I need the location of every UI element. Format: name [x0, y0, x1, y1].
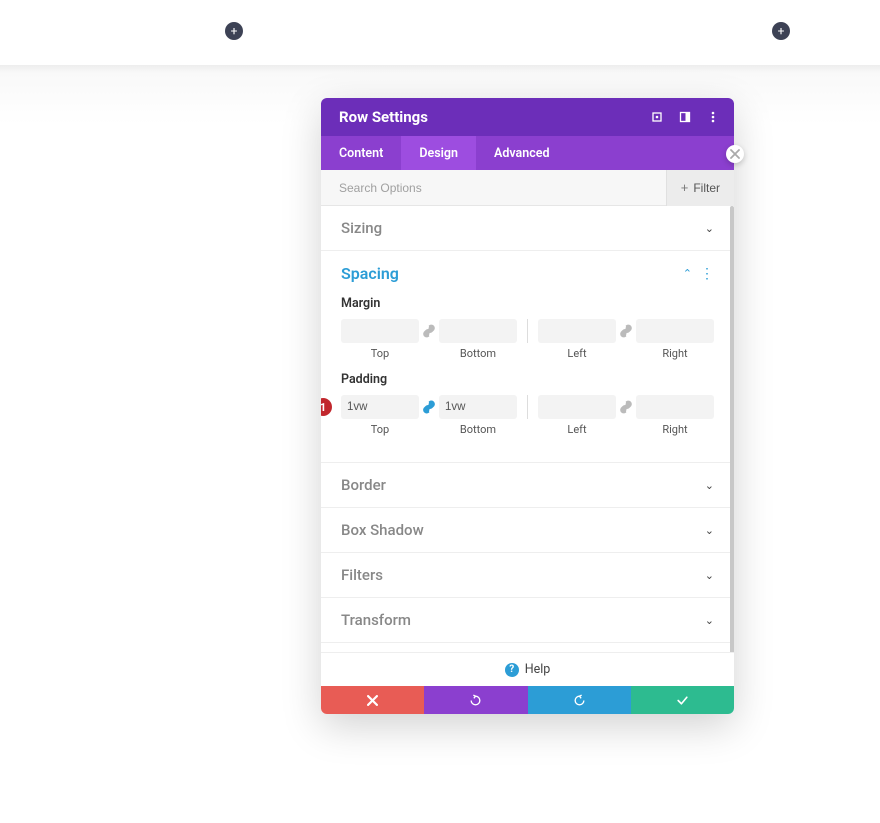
section-border: Border ⌄	[321, 463, 734, 508]
link-icon-active[interactable]	[420, 398, 438, 416]
padding-label: Padding	[341, 372, 714, 387]
chevron-down-icon: ⌄	[705, 524, 714, 537]
padding-left-input[interactable]	[538, 395, 616, 419]
search-input[interactable]	[321, 181, 666, 195]
row-settings-modal: Row Settings Content Design Advanced	[321, 98, 734, 714]
callout-marker-1: 1	[321, 398, 332, 416]
link-icon[interactable]	[617, 398, 635, 416]
sublabel-right: Right	[636, 423, 714, 436]
add-section-button-left[interactable]: +	[225, 22, 243, 40]
close-icon	[730, 149, 740, 159]
margin-label: Margin	[341, 296, 714, 311]
sublabel-left: Left	[538, 423, 616, 436]
add-section-button-right[interactable]: +	[772, 22, 790, 40]
section-title: Sizing	[341, 219, 382, 237]
section-title: Filters	[341, 566, 383, 584]
help-button[interactable]: ? Help	[321, 652, 734, 686]
footer-bar	[321, 686, 734, 714]
discard-button[interactable]	[321, 686, 424, 714]
section-box-shadow-header[interactable]: Box Shadow ⌄	[321, 508, 734, 552]
padding-bottom-input[interactable]	[439, 395, 517, 419]
section-kebab-icon[interactable]: ⋮	[700, 267, 714, 281]
redo-icon	[573, 694, 586, 707]
undo-button[interactable]	[424, 686, 527, 714]
chevron-up-icon: ⌃	[683, 267, 692, 280]
dock-icon[interactable]	[678, 110, 692, 124]
sublabel-right: Right	[636, 347, 714, 360]
section-spacing-header[interactable]: Spacing ⌃ ⋮	[321, 251, 734, 296]
section-spacing: Spacing ⌃ ⋮ Margin	[321, 251, 734, 463]
margin-bottom-input[interactable]	[439, 319, 517, 343]
tab-design[interactable]: Design	[401, 136, 476, 170]
section-title: Border	[341, 476, 386, 494]
section-title: Box Shadow	[341, 521, 424, 539]
tab-content[interactable]: Content	[321, 136, 401, 170]
undo-icon	[469, 694, 482, 707]
margin-left-input[interactable]	[538, 319, 616, 343]
margin-inputs	[341, 319, 714, 343]
padding-right-input[interactable]	[636, 395, 714, 419]
close-modal-button[interactable]	[726, 145, 744, 163]
redo-button[interactable]	[528, 686, 631, 714]
search-row: + Filter	[321, 170, 734, 206]
section-filters-header[interactable]: Filters ⌄	[321, 553, 734, 597]
padding-sublabels: Top Bottom Left Right	[341, 423, 714, 436]
tab-bar: Content Design Advanced	[321, 136, 734, 170]
padding-top-input[interactable]	[341, 395, 419, 419]
link-icon[interactable]	[420, 322, 438, 340]
confirm-button[interactable]	[631, 686, 734, 714]
chevron-down-icon: ⌄	[705, 479, 714, 492]
chevron-down-icon: ⌄	[705, 614, 714, 627]
plus-icon: +	[681, 180, 689, 195]
section-title: Transform	[341, 611, 411, 629]
filter-label: Filter	[693, 181, 720, 195]
tab-advanced[interactable]: Advanced	[476, 136, 568, 170]
help-icon: ?	[505, 663, 519, 677]
padding-inputs: 1	[341, 395, 714, 419]
kebab-icon[interactable]	[706, 110, 720, 124]
sublabel-top: Top	[341, 347, 419, 360]
chevron-down-icon: ⌄	[705, 222, 714, 235]
section-sizing-header[interactable]: Sizing ⌄	[321, 206, 734, 250]
section-animation: Animation ⌄	[321, 643, 734, 652]
sublabel-bottom: Bottom	[439, 347, 517, 360]
check-icon	[676, 694, 689, 707]
section-sizing: Sizing ⌄	[321, 206, 734, 251]
modal-header: Row Settings	[321, 98, 734, 136]
section-spacing-body: Margin	[321, 296, 734, 462]
section-title: Spacing	[341, 264, 399, 283]
scrollbar[interactable]	[730, 206, 734, 652]
page-builder-top: + +	[0, 0, 880, 65]
section-box-shadow: Box Shadow ⌄	[321, 508, 734, 553]
filter-button[interactable]: + Filter	[666, 170, 734, 206]
sublabel-top: Top	[341, 423, 419, 436]
sublabel-left: Left	[538, 347, 616, 360]
link-icon[interactable]	[617, 322, 635, 340]
expand-icon[interactable]	[650, 110, 664, 124]
close-icon	[367, 695, 378, 706]
margin-top-input[interactable]	[341, 319, 419, 343]
section-transform-header[interactable]: Transform ⌄	[321, 598, 734, 642]
modal-title: Row Settings	[339, 108, 428, 126]
accordion: Sizing ⌄ Spacing ⌃ ⋮ Margin	[321, 206, 734, 652]
section-transform: Transform ⌄	[321, 598, 734, 643]
chevron-down-icon: ⌄	[705, 569, 714, 582]
section-animation-header[interactable]: Animation ⌄	[321, 643, 734, 652]
section-filters: Filters ⌄	[321, 553, 734, 598]
page-builder-canvas: Row Settings Content Design Advanced	[0, 65, 880, 823]
section-border-header[interactable]: Border ⌄	[321, 463, 734, 507]
margin-right-input[interactable]	[636, 319, 714, 343]
sublabel-bottom: Bottom	[439, 423, 517, 436]
margin-sublabels: Top Bottom Left Right	[341, 347, 714, 360]
help-label: Help	[525, 662, 551, 677]
